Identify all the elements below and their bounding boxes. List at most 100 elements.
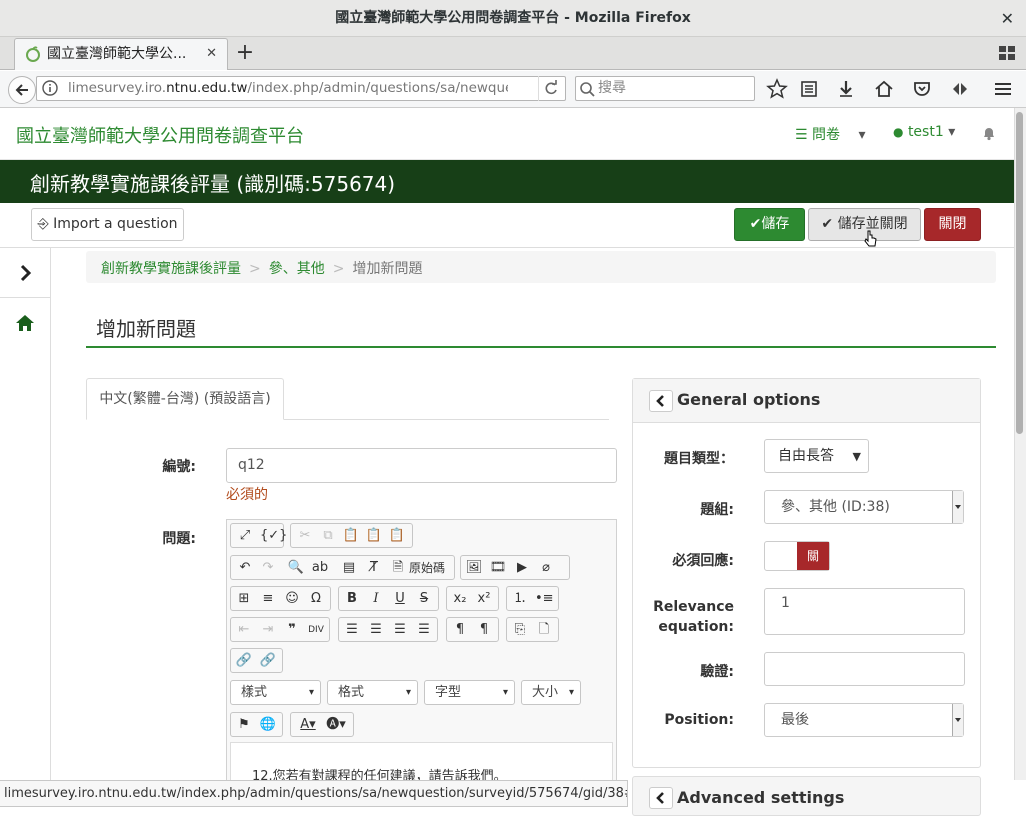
align-left-icon[interactable]: ☰ (343, 621, 361, 639)
styles-dropdown[interactable]: 樣式 (230, 680, 321, 705)
font-dropdown[interactable]: 字型 (424, 680, 515, 705)
underline-icon[interactable]: U (391, 590, 409, 608)
surveys-menu[interactable]: ☰ 問卷 ▾ (795, 124, 866, 144)
indent-icon[interactable]: ⇥ (259, 621, 277, 639)
template-icon[interactable]: 🗋 (535, 621, 553, 639)
redo-icon[interactable]: ↷ (259, 559, 277, 577)
home-icon[interactable] (15, 313, 35, 333)
select-all-icon[interactable]: ▤ (340, 559, 358, 577)
toolbar-group-links: 🔗 🔗 (230, 648, 283, 673)
question-type-value: 自由長答 (778, 448, 834, 464)
superscript-icon[interactable]: x² (475, 590, 493, 608)
unlink-icon[interactable]: 🔗 (259, 652, 277, 670)
save-label: 儲存 (761, 216, 790, 232)
validation-input[interactable] (764, 652, 965, 686)
reading-list-icon[interactable] (798, 78, 820, 100)
smiley-icon[interactable]: ☺ (283, 590, 301, 608)
bulleted-list-icon[interactable]: •≡ (535, 590, 554, 608)
rtl-icon[interactable]: ¶ (475, 621, 493, 639)
breadcrumb-group-link[interactable]: 參、其他 (269, 261, 325, 277)
user-menu[interactable]: ● test1 ▾ (893, 124, 955, 140)
advanced-collapse-button[interactable] (649, 787, 673, 809)
site-info-icon[interactable] (41, 79, 59, 97)
reload-button[interactable] (538, 76, 562, 101)
outdent-icon[interactable]: ⇤ (235, 621, 253, 639)
position-select[interactable]: 最後 (764, 703, 964, 737)
link-compass-icon[interactable]: ⌀ (537, 559, 555, 577)
source-label[interactable]: 原始碼 (409, 559, 445, 576)
toolbar-group-colors: A▾ 🅐▾ (290, 712, 354, 737)
format-dropdown[interactable]: 格式 (327, 680, 418, 705)
tab-close-icon[interactable]: ✕ (206, 39, 217, 69)
maximize-icon[interactable]: ⤢ (236, 527, 254, 545)
youtube-icon[interactable]: ▶ (513, 559, 531, 577)
import-question-label: Import a question (53, 216, 178, 232)
image-icon[interactable]: 🖼 (465, 559, 483, 577)
text-color-icon[interactable]: A▾ (295, 716, 321, 734)
import-question-button[interactable]: ⎆ Import a question (31, 208, 184, 241)
toolbar-group-align: ☰ ☰ ☰ ☰ (338, 617, 438, 642)
home-icon[interactable] (873, 78, 895, 100)
special-char-icon[interactable]: Ω (307, 590, 325, 608)
pocket-icon[interactable] (911, 78, 933, 100)
select-arrow-icon (952, 491, 963, 523)
background-color-icon[interactable]: 🅐▾ (323, 716, 349, 734)
hamburger-menu-icon[interactable] (992, 78, 1014, 100)
toolbar-group-insert: 🖼 🎞 ▶ ⌀ (460, 555, 570, 580)
link-icon[interactable]: 🔗 (235, 652, 253, 670)
flash-icon[interactable]: 🎞 (489, 559, 507, 577)
browser-tab[interactable]: 國立臺灣師範大學公... ✕ (14, 38, 228, 70)
mandatory-off-state[interactable]: 關 (797, 542, 829, 570)
source-icon[interactable]: 🗎 (389, 559, 407, 577)
horizontal-rule-icon[interactable]: ≡ (259, 590, 277, 608)
italic-icon[interactable]: I (367, 590, 385, 608)
align-center-icon[interactable]: ☰ (367, 621, 385, 639)
breadcrumb-survey-link[interactable]: 創新教學實施課後評量 (101, 261, 241, 277)
size-dropdown[interactable]: 大小 (521, 680, 581, 705)
close-button[interactable]: 關閉 (924, 208, 981, 241)
question-type-dropdown[interactable]: 自由長答 ▼ (764, 439, 869, 473)
tab-list-icon[interactable] (998, 44, 1016, 62)
bookmark-star-icon[interactable] (766, 78, 788, 100)
relevance-equation-input[interactable]: 1 (764, 588, 965, 635)
replace-icon[interactable]: ab (311, 559, 329, 577)
strike-icon[interactable]: S (415, 590, 433, 608)
language-globe-icon[interactable]: 🌐 (259, 716, 277, 734)
page-break-icon[interactable]: ⎘ (511, 621, 529, 639)
anchor-flag-icon[interactable]: ⚑ (235, 716, 253, 734)
download-icon[interactable] (835, 78, 857, 100)
notification-bell-icon[interactable] (981, 125, 997, 141)
cut-icon[interactable]: ✂ (296, 527, 314, 545)
remove-format-icon[interactable]: T̸ (365, 559, 383, 577)
language-tab[interactable]: 中文(繁體-台灣) (預設語言) (86, 378, 284, 420)
bold-icon[interactable]: B (343, 590, 361, 608)
align-right-icon[interactable]: ☰ (391, 621, 409, 639)
ltr-icon[interactable]: ¶ (451, 621, 469, 639)
paste-text-icon[interactable]: 📋 (365, 527, 383, 545)
create-div-icon[interactable]: DIV (307, 621, 325, 639)
subscript-icon[interactable]: x₂ (451, 590, 469, 608)
back-button[interactable] (8, 76, 36, 104)
chevron-right-icon (20, 264, 32, 282)
site-title-link[interactable]: 國立臺灣師範大學公用問卷調查平台 (16, 122, 304, 148)
table-icon[interactable]: ⊞ (235, 590, 253, 608)
align-justify-icon[interactable]: ☰ (415, 621, 433, 639)
save-button[interactable]: ✔儲存 (734, 208, 805, 241)
new-tab-button[interactable]: + (234, 39, 256, 69)
scrollbar-thumb[interactable] (1016, 112, 1023, 434)
find-icon[interactable]: 🔍 (287, 559, 305, 577)
sidebar-expand-button[interactable] (0, 248, 51, 298)
window-close-button[interactable]: ✕ (1001, 0, 1014, 37)
paste-icon[interactable]: 📋 (342, 527, 360, 545)
placeholder-field-icon[interactable]: {✓} (260, 527, 287, 545)
question-group-select[interactable]: 參、其他 (ID:38) (764, 490, 964, 524)
blockquote-icon[interactable]: ❞ (283, 621, 301, 639)
copy-icon[interactable]: ⧉ (319, 527, 337, 545)
paste-word-icon[interactable]: 📋 (388, 527, 406, 545)
collapse-panel-button[interactable] (649, 390, 673, 412)
code-input[interactable]: q12 (226, 448, 617, 483)
numbered-list-icon[interactable]: ⒈ (511, 590, 529, 608)
sync-tabs-icon[interactable] (949, 78, 971, 100)
url-text[interactable]: limesurvey.iro.ntnu.edu.tw/index.php/adm… (68, 76, 508, 101)
undo-icon[interactable]: ↶ (236, 559, 254, 577)
